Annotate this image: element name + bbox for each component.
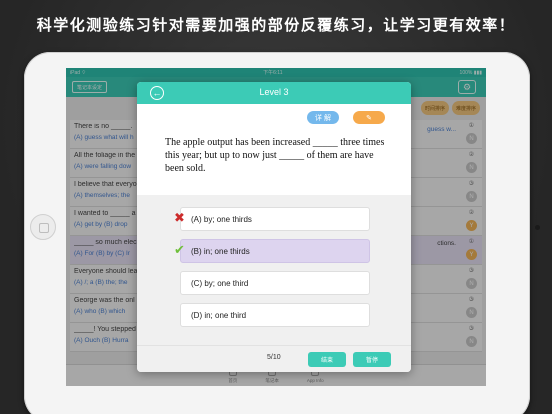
dialog-title: Level 3: [259, 87, 289, 97]
option-d[interactable]: (D) in; one third: [180, 303, 370, 327]
dialog-tools: 详 解 ✎: [307, 111, 385, 124]
dialog-header: ← Level 3: [137, 82, 411, 104]
option-b[interactable]: (B) in; one thirds: [180, 239, 370, 263]
promo-headline: 科学化测验练习针对需要加强的部份反覆练习，让学习更有效率！: [36, 16, 516, 34]
explanation-button[interactable]: 详 解: [307, 111, 339, 124]
question-dialog: ← Level 3 详 解 ✎ The apple output has bee…: [137, 82, 411, 372]
eraser-button[interactable]: ✎: [353, 111, 385, 124]
option-a[interactable]: (A) by; one thirds: [180, 207, 370, 231]
correct-check-icon: ✔: [174, 242, 185, 257]
home-button: [30, 214, 56, 240]
wrong-x-icon: ✖: [174, 210, 185, 225]
camera-dot: [535, 225, 540, 230]
question-text: The apple output has been increased ____…: [165, 137, 385, 174]
pause-button[interactable]: 暂停: [353, 352, 391, 367]
option-c[interactable]: (C) by; one third: [180, 271, 370, 295]
finish-button[interactable]: 结束: [308, 352, 346, 367]
dialog-footer: 5/10 结束 暂停: [137, 345, 411, 372]
progress-counter: 5/10: [267, 354, 281, 361]
